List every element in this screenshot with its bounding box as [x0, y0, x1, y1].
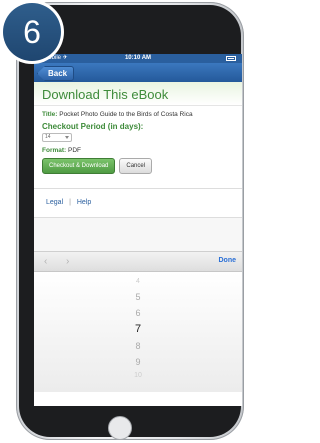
step-badge: 6 [0, 0, 64, 64]
format-value: PDF [68, 147, 82, 154]
cancel-button[interactable]: Cancel [119, 158, 153, 174]
status-bar: T-Mobile ✈ 10:10 AM [34, 54, 242, 63]
home-button[interactable] [108, 416, 132, 440]
checkout-period-label: Checkout Period (in days): [42, 122, 144, 131]
status-time: 10:10 AM [124, 55, 152, 61]
title-label: Title: [42, 111, 58, 118]
title-row: Title: Pocket Photo Guide to the Birds o… [42, 111, 234, 118]
page-background [34, 218, 242, 251]
phone-screen: T-Mobile ✈ 10:10 AM Back Download This e… [34, 54, 242, 406]
footer-separator: | [69, 199, 71, 206]
help-link[interactable]: Help [77, 199, 91, 206]
picker-option[interactable]: 10 [34, 372, 242, 379]
format-row: Format: PDF [42, 147, 234, 154]
done-button[interactable]: Done [219, 257, 237, 264]
footer-links: Legal | Help [34, 188, 242, 218]
step-number: 6 [3, 3, 61, 61]
number-picker[interactable]: 4 5 6 7 8 9 10 [34, 272, 242, 392]
previous-field-icon[interactable]: ‹ [44, 256, 47, 267]
next-field-icon[interactable]: › [66, 256, 69, 267]
format-label: Format: [42, 147, 67, 154]
picker-option[interactable]: 4 [34, 278, 242, 285]
chevron-down-icon [65, 136, 69, 139]
back-button[interactable]: Back [37, 66, 75, 81]
battery-icon [226, 56, 236, 61]
picker-option[interactable]: 9 [34, 357, 242, 367]
ebook-details: Title: Pocket Photo Guide to the Birds o… [34, 106, 242, 174]
page-title: Download This eBook [34, 82, 242, 106]
checkout-period-value: 14 [45, 134, 51, 140]
picker-option-selected[interactable]: 7 [34, 323, 242, 335]
picker-option[interactable]: 8 [34, 341, 242, 351]
picker-option[interactable]: 6 [34, 308, 242, 318]
picker-option[interactable]: 5 [34, 292, 242, 302]
action-buttons: Checkout & Download Cancel [42, 158, 234, 174]
checkout-period-select[interactable]: 14 [42, 133, 72, 142]
nav-bar: Back [34, 63, 242, 82]
keyboard-toolbar: ‹ › Done [34, 251, 242, 272]
checkout-download-button[interactable]: Checkout & Download [42, 158, 116, 174]
legal-link[interactable]: Legal [46, 199, 63, 206]
title-value: Pocket Photo Guide to the Birds of Costa… [59, 111, 193, 118]
